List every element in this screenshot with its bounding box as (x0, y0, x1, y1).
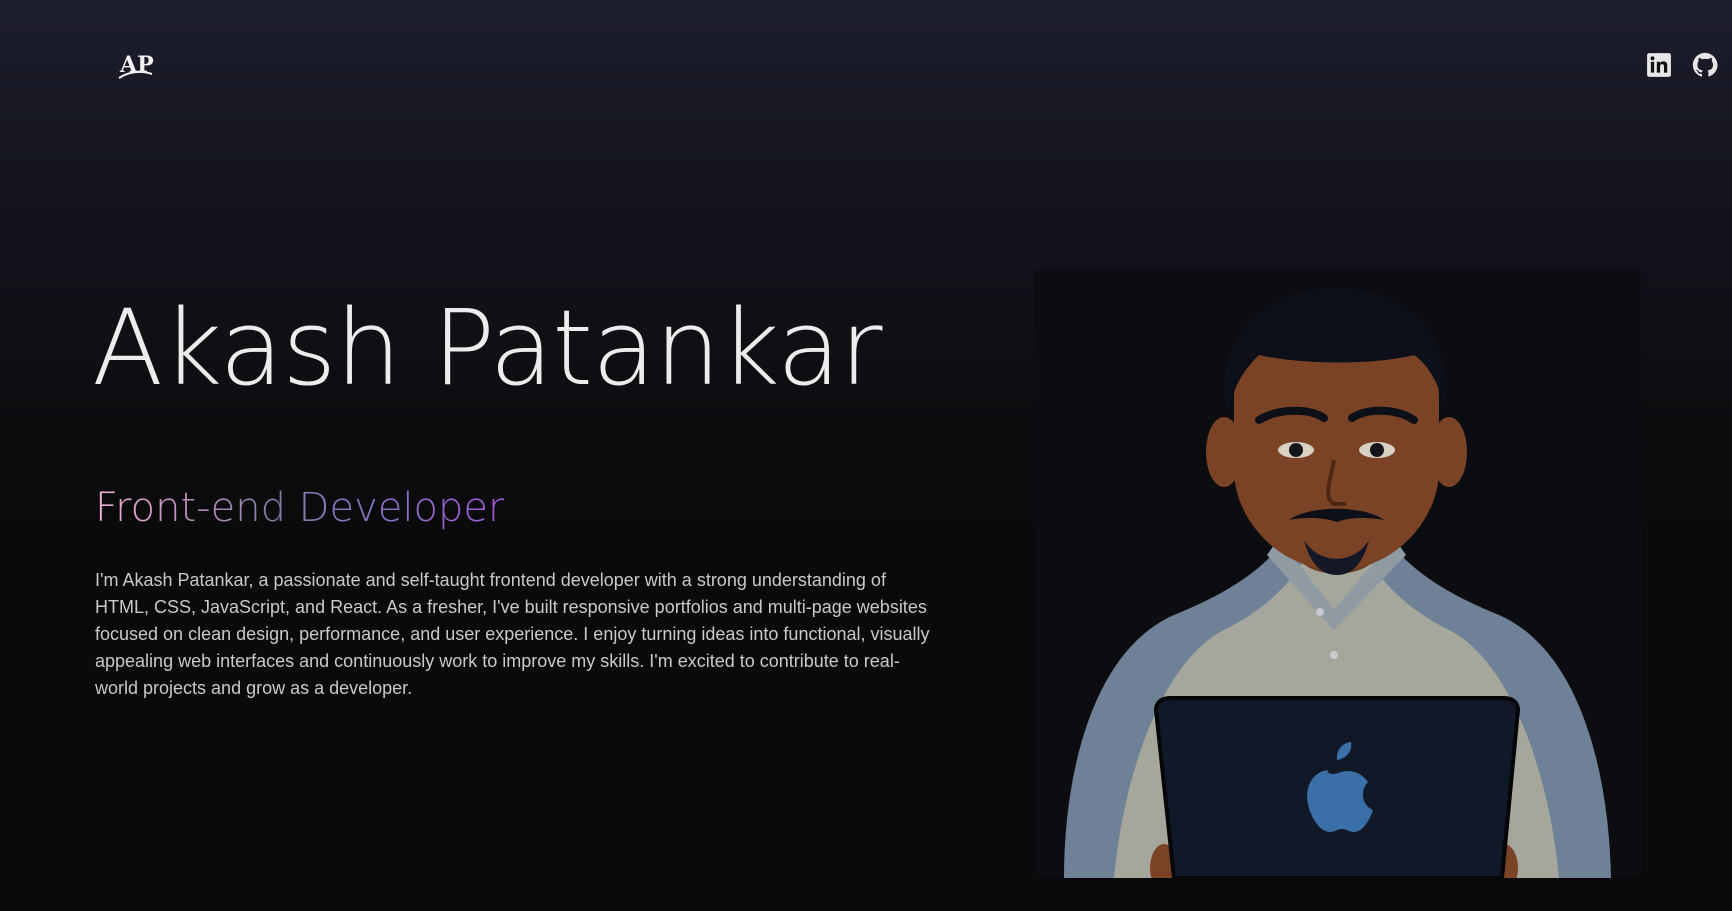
hero-bio: I'm Akash Patankar, a passionate and sel… (95, 570, 930, 698)
portfolio-page: AP Akash Patankar Front-end Developer I'… (0, 0, 1732, 911)
hero-role: Front-end Developer (95, 485, 505, 531)
github-link[interactable] (1692, 52, 1718, 78)
social-links (1646, 52, 1718, 78)
linkedin-icon (1647, 53, 1671, 77)
logo[interactable]: AP (118, 50, 154, 82)
linkedin-link[interactable] (1646, 52, 1672, 78)
portrait-illustration (1034, 270, 1641, 878)
logo-mark-icon: AP (118, 52, 154, 79)
hero-name: Akash Patankar (92, 287, 883, 409)
developer-avatar-icon (1034, 270, 1641, 878)
github-icon (1692, 52, 1718, 77)
